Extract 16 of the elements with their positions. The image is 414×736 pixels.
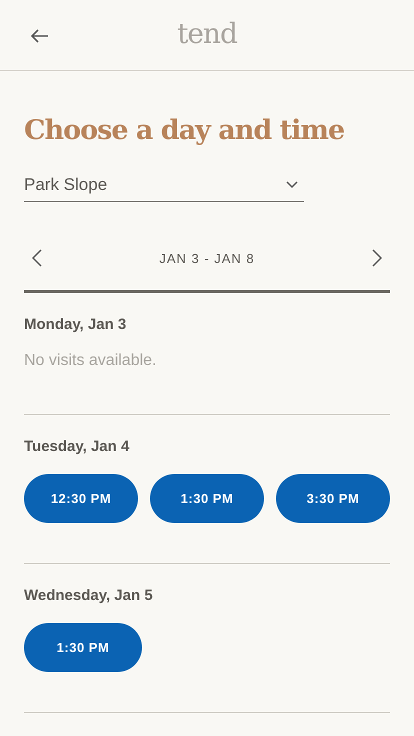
- logo: tend: [177, 16, 237, 50]
- time-slot-button[interactable]: 1:30 PM: [24, 623, 142, 672]
- empty-message: No visits available.: [24, 352, 158, 370]
- time-slot-button[interactable]: 3:30 PM: [276, 474, 390, 523]
- chevron-right-icon[interactable]: [372, 249, 382, 267]
- location-dropdown[interactable]: Park Slope: [24, 175, 304, 202]
- week-range: JAN 3 - JAN 8: [159, 250, 255, 266]
- day-heading: Monday, Jan 3: [24, 315, 128, 335]
- day-heading: Tuesday, Jan 4: [24, 437, 130, 457]
- chevron-left-icon[interactable]: [32, 249, 42, 267]
- back-arrow-icon[interactable]: [30, 29, 50, 43]
- page-title: Choose a day and time: [24, 114, 346, 148]
- time-slot-button[interactable]: 12:30 PM: [24, 474, 138, 523]
- time-slot-button[interactable]: 1:30 PM: [150, 474, 264, 523]
- day-heading: Wednesday, Jan 5: [24, 586, 154, 606]
- chevron-down-icon: [286, 181, 298, 189]
